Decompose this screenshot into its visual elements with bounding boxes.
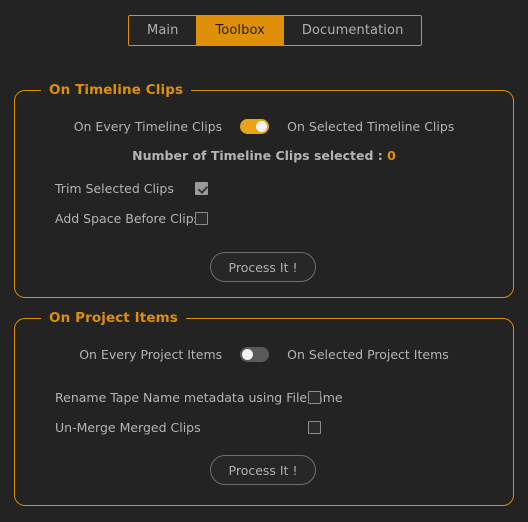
project-toggle-right-label: On Selected Project Items [287, 347, 449, 362]
timeline-option-addspace-row: Add Space Before Clips [55, 211, 208, 226]
timeline-option-addspace-checkbox[interactable] [195, 212, 208, 225]
project-toggle-knob [242, 349, 254, 360]
section-on-project-items: On Project Items On Every Project Items … [14, 310, 514, 506]
project-option-rename-row: Rename Tape Name metadata using Filename [55, 390, 343, 405]
tab-toolbox-label: Toolbox [215, 23, 265, 38]
project-process-button[interactable]: Process It ! [210, 455, 316, 485]
project-scope-toggle-row: On Every Project Items On Selected Proje… [15, 347, 513, 362]
tab-main-label: Main [147, 23, 179, 38]
project-option-rename-checkbox[interactable] [308, 391, 321, 404]
tab-bar: Main Toolbox Documentation [128, 15, 423, 46]
timeline-option-trim-row: Trim Selected Clips [55, 181, 208, 196]
timeline-option-trim-checkbox[interactable] [195, 182, 208, 195]
timeline-scope-toggle[interactable] [240, 119, 270, 134]
project-option-unmerge-row: Un-Merge Merged Clips [55, 420, 321, 435]
timeline-option-addspace-label: Add Space Before Clips [55, 211, 201, 226]
timeline-process-button[interactable]: Process It ! [210, 252, 316, 282]
project-scope-toggle[interactable] [240, 347, 270, 362]
project-toggle-left-label: On Every Project Items [79, 347, 223, 362]
project-option-unmerge-checkbox[interactable] [308, 421, 321, 434]
tab-documentation[interactable]: Documentation [283, 16, 422, 45]
timeline-selected-count-label: Number of Timeline Clips selected : [132, 148, 383, 163]
timeline-option-trim-label: Trim Selected Clips [55, 181, 174, 196]
tab-toolbox[interactable]: Toolbox [197, 16, 284, 45]
timeline-toggle-right-label: On Selected Timeline Clips [287, 119, 455, 134]
timeline-toggle-knob [256, 121, 268, 132]
project-option-rename-label: Rename Tape Name metadata using Filename [55, 390, 343, 405]
tab-documentation-label: Documentation [301, 23, 404, 38]
section-timeline-body: On Every Timeline Clips On Selected Time… [15, 91, 513, 297]
timeline-selected-count: Number of Timeline Clips selected : 0 [15, 148, 513, 163]
tab-main[interactable]: Main [129, 16, 198, 45]
timeline-scope-toggle-row: On Every Timeline Clips On Selected Time… [15, 119, 513, 134]
timeline-selected-count-value: 0 [387, 148, 396, 163]
timeline-toggle-left-label: On Every Timeline Clips [73, 119, 223, 134]
section-on-timeline-clips: On Timeline Clips On Every Timeline Clip… [14, 82, 514, 298]
section-project-body: On Every Project Items On Selected Proje… [15, 319, 513, 505]
project-option-unmerge-label: Un-Merge Merged Clips [55, 420, 201, 435]
